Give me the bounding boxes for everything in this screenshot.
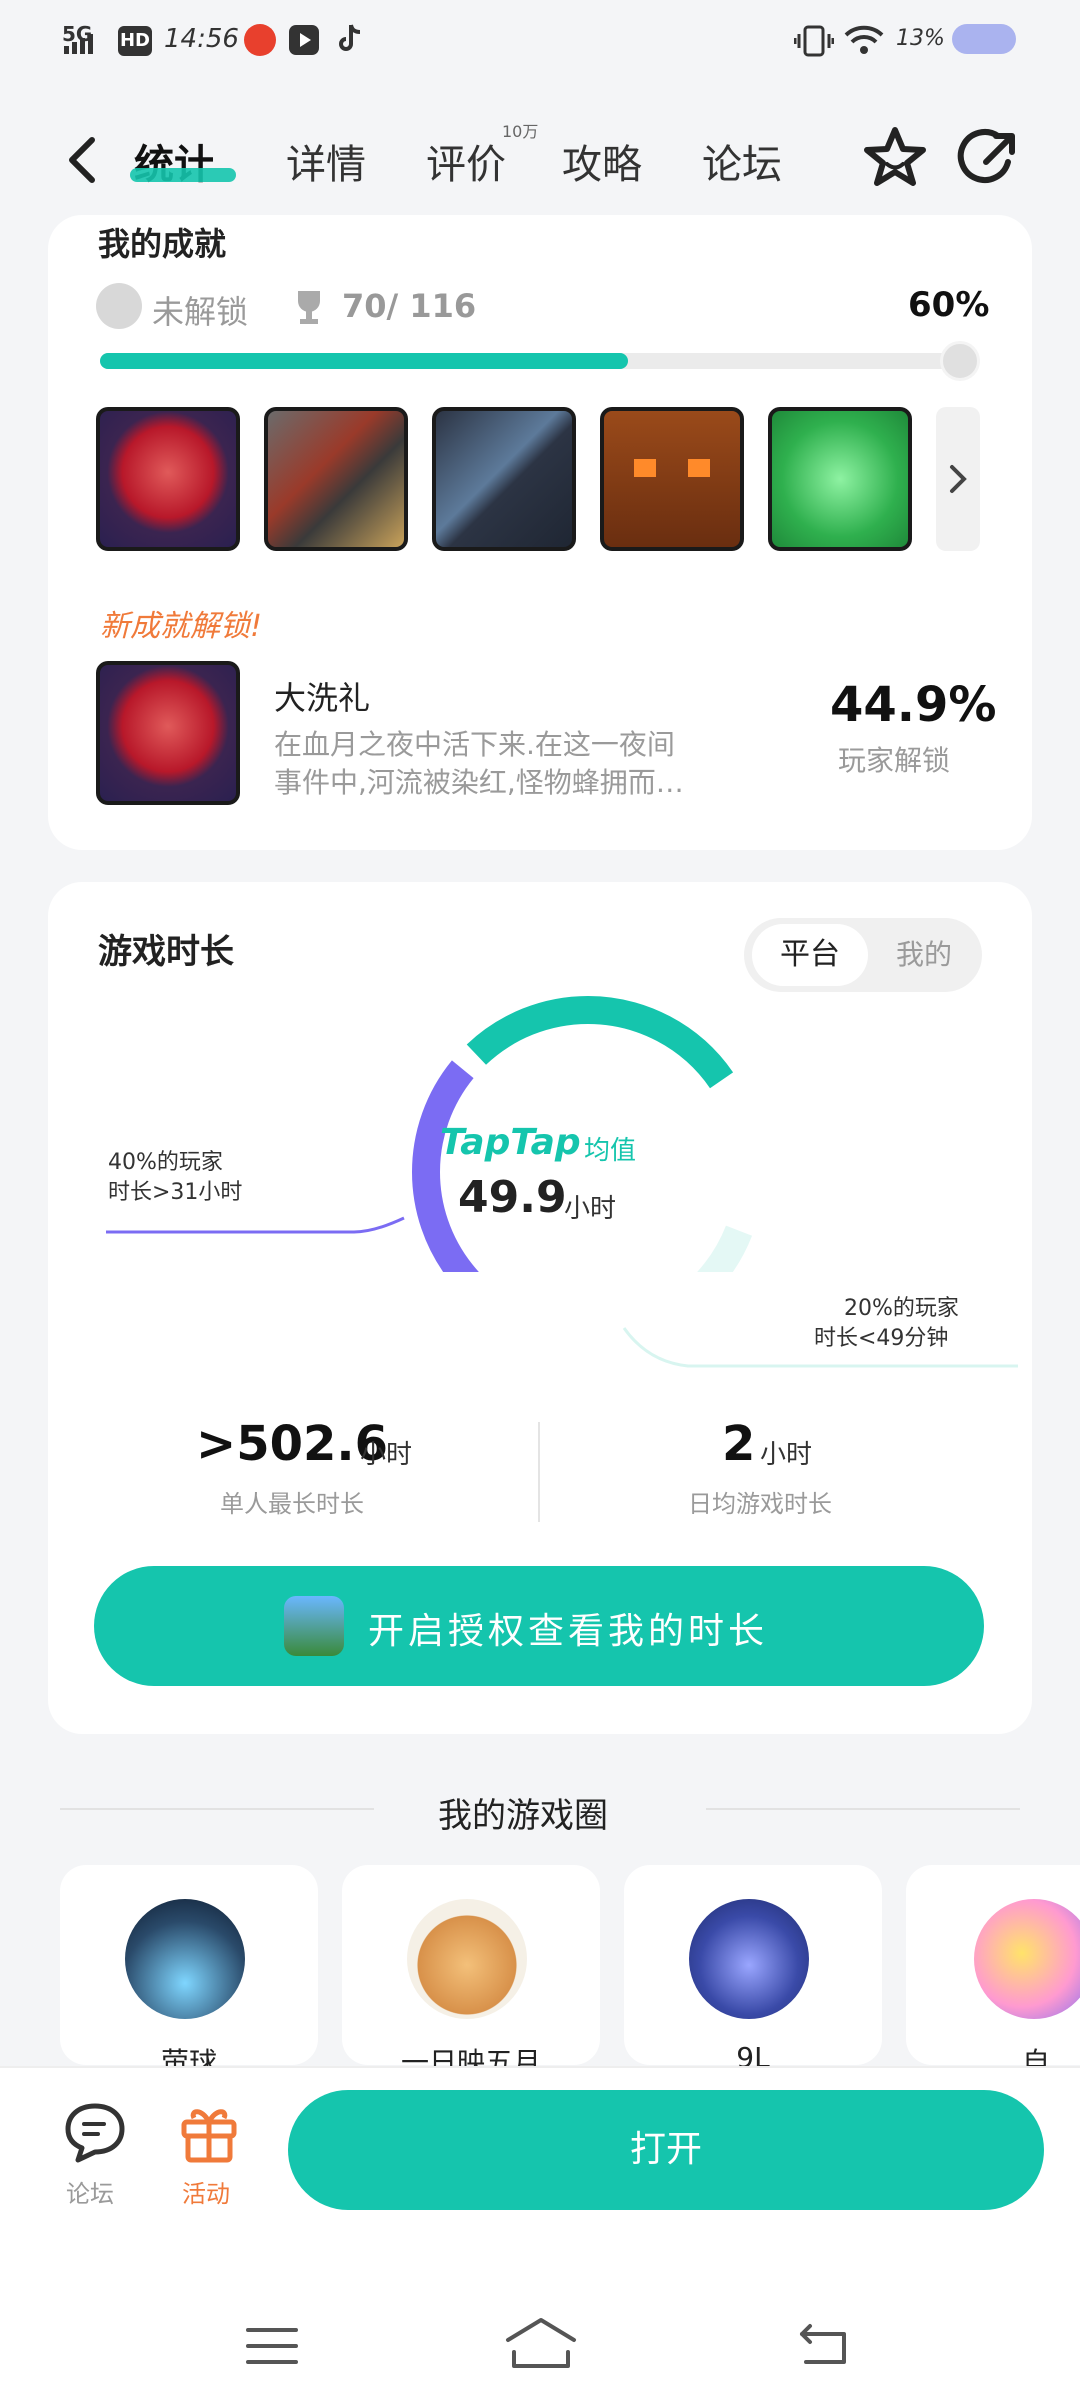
chat-bubble-icon [65,2103,125,2163]
top-navigation: 统计 详情 评价 10万 攻略 论坛 [0,110,1080,210]
system-navigation [0,2300,1080,2408]
new-unlock-thumb[interactable] [96,661,240,805]
home-icon[interactable] [504,2316,578,2372]
game-circle-item[interactable]: 自 [906,1865,1080,2079]
right-note-line [622,1327,1018,1368]
taptap-brand: TapTap [440,1122,581,1163]
achievement-thumb-golem[interactable] [600,407,744,551]
share-button[interactable] [956,124,1026,198]
forum-button[interactable]: 论坛 [50,2100,140,2210]
wifi-icon [844,24,884,60]
left-note-line1: 40%的玩家 [108,1150,223,1175]
new-unlock-desc-line1: 在血月之夜中活下来.在这一夜间 [274,728,675,761]
game-circle-title: 我的游戏圈 [438,1796,608,1836]
clock: 14:56 [164,24,239,54]
stat-max-unit: 小时 [360,1440,413,1470]
star-icon [864,127,926,186]
achievements-more-button[interactable] [936,407,980,551]
vibrate-icon [793,24,835,62]
tiktok-icon [334,22,364,60]
open-game-button[interactable]: 打开 [288,2090,1044,2210]
avg-unit: 小时 [564,1194,617,1224]
divider-right [706,1808,1020,1810]
game-circle-avatar [974,1899,1080,2019]
playtime-title: 游戏时长 [98,932,234,972]
stat-daily-unit: 小时 [760,1440,813,1470]
left-note-line2: 时长>31小时 [108,1180,243,1205]
stats-divider [538,1422,540,1522]
locked-badge-icon [96,283,142,329]
tab-forum[interactable]: 论坛 [702,132,782,190]
divider-left [60,1808,374,1810]
game-app-icon [284,1596,344,1656]
trophy-icon [292,287,326,331]
back-nav-icon[interactable] [796,2320,852,2370]
toggle-platform[interactable]: 平台 [752,924,868,986]
new-unlock-name: 大洗礼 [274,679,371,717]
new-unlock-desc-line2: 事件中,河流被染红,怪物蜂拥而… [274,766,684,799]
event-label: 活动 [182,2180,230,2208]
new-unlock-percent-label: 玩家解锁 [838,744,951,777]
achievement-progress-fill [100,353,628,369]
achievement-thumb-blood-moon[interactable] [96,407,240,551]
stat-daily-value: 2 [722,1416,756,1472]
new-unlock-title: 新成就解锁! [100,609,263,644]
back-button[interactable] [52,130,112,190]
signal-icon [62,30,110,60]
playtime-card: 游戏时长 平台 我的 TapTap 均值 49.9 小时 40%的玩家 时长>3… [48,882,1032,1734]
achievement-progress-track [100,353,980,369]
new-unlock-percent: 44.9% [830,677,997,733]
game-circle-item[interactable]: 一日映五月 [342,1865,600,2079]
achievements-card: 我的成就 未解锁 70/ 116 60% 新成就解锁! 大洗礼 在血月之夜中活下… [48,215,1032,850]
bottom-bar-border [0,2066,1080,2068]
trophy-count: 70/ 116 [342,287,477,325]
gift-icon [181,2109,237,2163]
progress-end-star-icon [940,341,980,381]
achievements-title: 我的成就 [98,225,227,263]
avg-value: 49.9 [458,1172,567,1223]
hd-badge: HD [118,26,152,56]
chevron-right-icon [950,465,967,493]
video-icon [288,24,320,60]
forum-label: 论坛 [66,2180,114,2208]
game-circle-avatar [407,1899,527,2019]
status-bar: 5G HD 14:56 13% [0,0,1080,80]
game-circle-avatar [689,1899,809,2019]
game-circle-item[interactable]: 萤球 [60,1865,318,2079]
active-tab-indicator [130,168,236,182]
achievement-thumb-bow[interactable] [432,407,576,551]
app-notify-icon [244,24,276,56]
tab-reviews[interactable]: 评价 [426,132,506,190]
game-circle-avatar [125,1899,245,2019]
reviews-count-badge: 10万 [502,122,539,141]
auth-playtime-button[interactable]: 开启授权查看我的时长 [94,1566,984,1686]
favorite-button[interactable] [860,124,930,198]
chevron-left-icon [69,137,95,183]
achievement-percent: 60% [908,285,990,325]
platform-mine-toggle: 平台 我的 [744,918,982,992]
stat-max-label: 单人最长时长 [220,1490,364,1518]
toggle-mine[interactable]: 我的 [874,924,974,986]
right-note-line1: 20%的玩家 [844,1296,959,1321]
event-button[interactable]: 活动 [164,2100,254,2210]
battery-icon [952,24,1016,54]
auth-button-label: 开启授权查看我的时长 [368,1611,769,1652]
achievement-thumb-mechanical[interactable] [264,407,408,551]
achievement-thumb-sword[interactable] [768,407,912,551]
menu-icon[interactable] [244,2322,300,2372]
tab-guides[interactable]: 攻略 [562,132,642,190]
stat-daily-label: 日均游戏时长 [688,1490,832,1518]
locked-label: 未解锁 [152,293,249,331]
battery-percent: 13% [896,26,945,51]
avg-label: 均值 [584,1136,637,1166]
left-note-line [106,1216,405,1234]
share-icon [957,129,1015,184]
game-circle-item[interactable]: 9L [624,1865,882,2074]
tab-details[interactable]: 详情 [286,132,366,190]
